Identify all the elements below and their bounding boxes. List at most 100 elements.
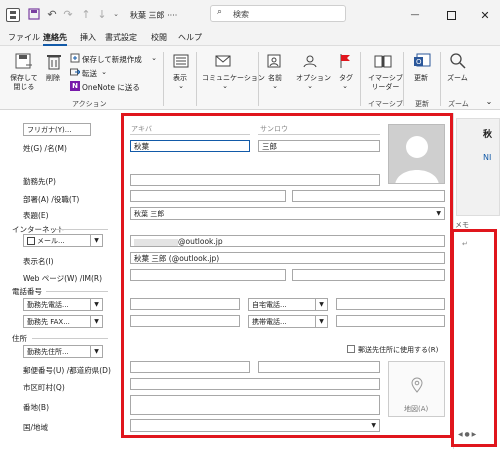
minimize-icon[interactable]: — xyxy=(408,8,422,22)
department-field[interactable] xyxy=(130,190,286,202)
communication-icon[interactable] xyxy=(215,53,233,69)
postal-code-field[interactable] xyxy=(130,361,250,373)
tab-insert[interactable]: 挿入 xyxy=(80,32,96,43)
redo-icon[interactable]: ↷ xyxy=(62,8,74,21)
save-new-dropdown-icon[interactable]: ⌄ xyxy=(150,54,158,62)
job-title-field[interactable] xyxy=(292,190,445,202)
phone3-type-value: 自宅電話... xyxy=(252,301,287,309)
close-icon[interactable]: ✕ xyxy=(478,8,492,22)
update-button[interactable]: 更新 xyxy=(414,74,428,83)
forward-dropdown-icon[interactable]: ⌄ xyxy=(100,68,108,76)
options-dropdown-icon[interactable]: ⌄ xyxy=(306,82,314,90)
zoom-icon[interactable] xyxy=(449,52,467,70)
chevron-down-icon: ▼ xyxy=(315,316,327,327)
divider xyxy=(32,338,108,339)
save-icon[interactable] xyxy=(6,8,20,22)
up-icon[interactable]: ↑ xyxy=(80,8,92,21)
phone3-field[interactable] xyxy=(336,298,445,310)
contact-photo[interactable] xyxy=(388,124,445,184)
options-icon[interactable] xyxy=(301,53,319,69)
save-new-button[interactable]: 保存して新規作成 xyxy=(82,54,142,65)
down-icon[interactable]: ↓ xyxy=(96,8,108,21)
phone2-field[interactable] xyxy=(130,315,240,327)
names-dropdown-icon[interactable]: ⌄ xyxy=(271,82,279,90)
phone1-field[interactable] xyxy=(130,298,240,310)
kana-underline xyxy=(130,134,250,135)
city-label: 市区町村(Q) xyxy=(23,383,65,392)
search-box[interactable]: ⌕ 検索 xyxy=(210,5,346,22)
tags-dropdown-icon[interactable]: ⌄ xyxy=(341,82,349,90)
show-dropdown-icon[interactable]: ⌄ xyxy=(177,82,185,90)
group-actions-label: アクション xyxy=(72,100,107,108)
prefecture-field[interactable] xyxy=(258,361,380,373)
immersive-reader-icon[interactable] xyxy=(373,53,393,69)
chevron-down-icon: ▼ xyxy=(90,235,102,246)
tab-contact[interactable]: 連絡先 xyxy=(43,32,67,46)
undo-icon[interactable]: ↶ xyxy=(46,8,58,21)
phone2-type-dropdown[interactable]: 勤務先 FAX... ▼ xyxy=(23,315,103,328)
map-button[interactable]: 地図(A) xyxy=(388,361,445,417)
ribbon-collapse-icon[interactable]: ⌄ xyxy=(484,96,494,106)
display-as-dropdown[interactable]: 秋葉 三郎 ▼ xyxy=(130,207,445,220)
country-dropdown[interactable]: ▼ xyxy=(130,419,380,432)
email-type-dropdown[interactable]: メール... ▼ xyxy=(23,234,103,247)
display-as-value: 秋葉 三郎 xyxy=(134,210,165,218)
qat-chevron-icon[interactable]: ⌄ xyxy=(112,9,120,19)
svg-text:O: O xyxy=(416,58,422,66)
divider xyxy=(46,291,108,292)
location-pin-icon xyxy=(410,376,424,394)
maximize-icon[interactable] xyxy=(444,8,458,22)
zoom-button[interactable]: ズーム xyxy=(447,74,468,83)
save-close-button[interactable]: 保存して 閉じる xyxy=(10,74,38,92)
tab-review[interactable]: 校閲 xyxy=(151,32,167,43)
last-name-kana[interactable]: アキバ xyxy=(131,124,152,134)
names-icon[interactable] xyxy=(266,53,284,69)
tags-icon[interactable] xyxy=(338,52,352,70)
communication-dropdown-icon[interactable]: ⌄ xyxy=(221,82,229,90)
furigana-button[interactable]: フリガナ(Y)... xyxy=(23,123,91,136)
street-label: 番地(B) xyxy=(23,403,49,412)
phone4-field[interactable] xyxy=(336,315,445,327)
business-card[interactable]: 秋 NI xyxy=(456,118,500,216)
address-type-dropdown[interactable]: 勤務先住所... ▼ xyxy=(23,345,103,358)
first-name-field[interactable]: 三郎 xyxy=(258,140,380,152)
chevron-down-icon: ▼ xyxy=(90,316,102,327)
show-icon[interactable] xyxy=(172,53,190,69)
save-quick-icon[interactable] xyxy=(28,8,40,20)
city-field[interactable] xyxy=(130,378,380,390)
last-name-field[interactable]: 秋葉 xyxy=(130,140,250,152)
onenote-button[interactable]: OneNote に送る xyxy=(82,82,140,93)
phone3-type-dropdown[interactable]: 自宅電話... ▼ xyxy=(248,298,328,311)
webpage-field[interactable] xyxy=(130,269,286,281)
return-mark: ↵ xyxy=(462,240,468,248)
delete-icon[interactable] xyxy=(46,53,62,71)
display-name-field[interactable]: 秋葉 三郎 (@outlook.jp) xyxy=(130,252,445,264)
phone-header: 電話番号 xyxy=(12,287,42,296)
email-field[interactable]: @outlook.jp xyxy=(130,235,445,247)
notes-area[interactable] xyxy=(455,230,497,420)
im-field[interactable] xyxy=(292,269,445,281)
tab-format[interactable]: 書式設定 xyxy=(105,32,137,43)
street-field[interactable] xyxy=(130,395,380,415)
tab-file[interactable]: ファイル xyxy=(8,32,40,43)
mailing-address-checkbox[interactable] xyxy=(347,345,355,353)
delete-button[interactable]: 削除 xyxy=(46,74,60,83)
scroll-nav[interactable]: ◀ ● ▶ xyxy=(458,431,476,438)
forward-button[interactable]: 転送 xyxy=(82,68,97,79)
phone2-type-value: 勤務先 FAX... xyxy=(27,318,70,326)
onenote-icon: N xyxy=(70,81,80,91)
first-name-kana[interactable]: サンロウ xyxy=(260,124,288,134)
display-as-label: 表題(E) xyxy=(23,211,49,220)
update-icon[interactable]: O xyxy=(413,52,431,70)
phone1-type-dropdown[interactable]: 勤務先電話... ▼ xyxy=(23,298,103,311)
tab-help[interactable]: ヘルプ xyxy=(178,32,202,43)
display-name-label: 表示名(I) xyxy=(23,257,54,266)
save-close-icon[interactable] xyxy=(14,52,34,70)
communication-button[interactable]: コミュニケーション xyxy=(202,74,265,83)
company-field[interactable] xyxy=(130,174,380,186)
phone4-type-dropdown[interactable]: 携帯電話... ▼ xyxy=(248,315,328,328)
email-redacted xyxy=(134,238,178,246)
email-value: @outlook.jp xyxy=(178,237,223,246)
chevron-down-icon: ▼ xyxy=(315,299,327,310)
immersive-reader-button[interactable]: イマーシブ リーダー xyxy=(368,74,403,92)
